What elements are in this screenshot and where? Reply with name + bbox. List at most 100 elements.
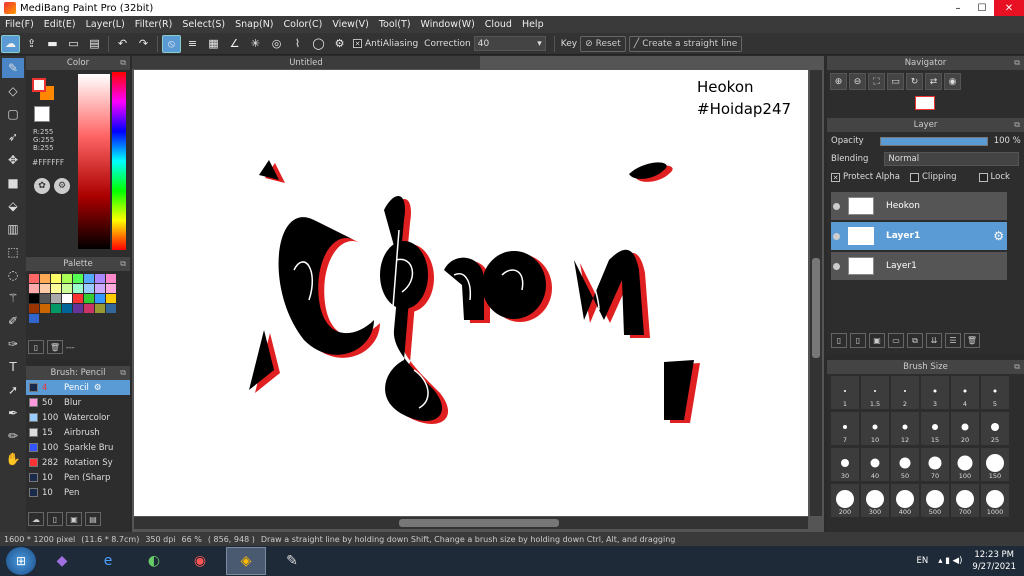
palette-swatch[interactable] (84, 284, 94, 293)
brush-size-option[interactable]: 25 (981, 412, 1009, 445)
palette-swatch[interactable] (29, 314, 39, 323)
brush-item[interactable]: 100 Sparkle Bru (26, 440, 130, 455)
select-eraser-icon[interactable]: ✑ (2, 334, 24, 354)
layer-item[interactable]: Layer1 (831, 252, 1007, 280)
brush-item[interactable]: 282 Rotation Sy (26, 455, 130, 470)
chat-icon[interactable]: ▭ (64, 35, 83, 53)
menu-filter[interactable]: Filter(R) (130, 19, 178, 30)
clock[interactable]: 12:23 PM 9/27/2021 (972, 549, 1016, 573)
palette-swatch[interactable] (62, 274, 72, 283)
menu-cloud[interactable]: Cloud (480, 19, 517, 30)
foreground-color-swatch[interactable] (32, 78, 46, 92)
visibility-icon[interactable] (833, 202, 840, 210)
brush-size-option[interactable]: 5 (981, 376, 1009, 409)
palette-swatch[interactable] (106, 284, 116, 293)
gradient-tool-icon[interactable]: ▥ (2, 219, 24, 239)
language-indicator[interactable]: EN (916, 556, 928, 566)
magic-wand-icon[interactable]: ⚚ (2, 288, 24, 308)
drawing-canvas[interactable]: Heokon #Hoidap247 (134, 70, 808, 516)
delete-layer-icon[interactable]: 🗑 (964, 333, 980, 348)
lasso-select-icon[interactable]: ◌ (2, 265, 24, 285)
comment-icon[interactable]: ▬ (43, 35, 62, 53)
brush-size-option[interactable]: 200 (831, 484, 859, 517)
palette-swatch[interactable] (95, 284, 105, 293)
palette-swatch[interactable] (73, 294, 83, 303)
brush-size-option[interactable]: 2 (891, 376, 919, 409)
pin-icon[interactable]: ⧉ (120, 368, 126, 378)
brush-size-option[interactable]: 12 (891, 412, 919, 445)
palette-swatch[interactable] (62, 304, 72, 313)
menu-help[interactable]: Help (517, 19, 549, 30)
brush-item[interactable]: 4 Pencil ⚙ (26, 380, 130, 395)
parallel-snap-icon[interactable]: ≡ (183, 35, 202, 53)
palette-swatch[interactable] (40, 274, 50, 283)
gear-icon[interactable]: ⚙ (94, 383, 102, 393)
move-tool-icon[interactable]: ✥ (2, 150, 24, 170)
system-tray-icons[interactable]: ▴ ▮ ◀) (938, 556, 962, 566)
zoom-out-icon[interactable]: ⊖ (849, 73, 866, 90)
curve-snap-icon[interactable]: ⌇ (288, 35, 307, 53)
ellipse-snap-icon[interactable]: ◯ (309, 35, 328, 53)
brush-size-option[interactable]: 70 (921, 448, 949, 481)
cloud-icon[interactable]: ☁ (1, 34, 20, 53)
snap-settings-icon[interactable]: ⚙ (330, 35, 349, 53)
menu-tool[interactable]: Tool(T) (374, 19, 416, 30)
text-tool-icon[interactable]: T (2, 357, 24, 377)
gear-icon[interactable]: ⚙ (993, 229, 1004, 243)
brush-tool-icon[interactable]: ✎ (2, 58, 24, 78)
brush-size-option[interactable]: 20 (951, 412, 979, 445)
eraser-tool-icon[interactable]: ◇ (2, 81, 24, 101)
delete-palette-icon[interactable]: 🗑 (47, 340, 63, 354)
lock-checkbox[interactable] (978, 172, 988, 182)
brush-size-option[interactable]: 10 (861, 412, 889, 445)
add-brush-icon[interactable]: ▯ (47, 512, 63, 526)
palette-swatch[interactable] (40, 284, 50, 293)
opacity-slider[interactable] (879, 136, 988, 146)
palette-swatch[interactable] (106, 274, 116, 283)
palette-swatch[interactable] (40, 294, 50, 303)
radial-snap-icon[interactable]: ✳ (246, 35, 265, 53)
vertical-scrollbar[interactable] (810, 70, 822, 516)
rotate-icon[interactable]: ↻ (906, 73, 923, 90)
brush-size-option[interactable]: 15 (921, 412, 949, 445)
correction-dropdown[interactable]: 40 ▾ (473, 36, 546, 51)
brush-menu-icon[interactable]: ▣ (66, 512, 82, 526)
brush-size-option[interactable]: 300 (861, 484, 889, 517)
brush-item[interactable]: 10 Pen (26, 485, 130, 500)
brush-size-option[interactable]: 1 (831, 376, 859, 409)
pin-icon[interactable]: ⧉ (120, 58, 126, 68)
menu-window[interactable]: Window(W) (416, 19, 480, 30)
chrome-icon[interactable]: ◉ (180, 547, 220, 575)
operation-tool-icon[interactable]: ➚ (2, 380, 24, 400)
maximize-button[interactable]: ☐ (970, 0, 994, 16)
palette-swatch[interactable] (106, 304, 116, 313)
brush-item[interactable]: 50 Blur (26, 395, 130, 410)
folder-icon[interactable]: ▭ (888, 333, 904, 348)
palette-swatch[interactable] (29, 294, 39, 303)
brush-item[interactable]: 15 Airbrush (26, 425, 130, 440)
pin-icon[interactable]: ⧉ (1014, 120, 1020, 130)
brush-size-option[interactable]: 30 (831, 448, 859, 481)
brush-size-option[interactable]: 500 (921, 484, 949, 517)
brush-size-option[interactable]: 150 (981, 448, 1009, 481)
lasso-tool-icon[interactable]: ➶ (2, 127, 24, 147)
transparent-color-swatch[interactable] (34, 106, 50, 122)
pin-icon[interactable]: ⧉ (120, 259, 126, 269)
share-icon[interactable]: ⇪ (22, 35, 41, 53)
new-halftone-layer-icon[interactable]: ▯ (850, 333, 866, 348)
pin-icon[interactable]: ⧉ (1014, 362, 1020, 372)
brush-size-option[interactable]: 100 (951, 448, 979, 481)
undo-icon[interactable]: ↶ (113, 35, 132, 53)
palette-swatch[interactable] (95, 274, 105, 283)
windows-start-icon[interactable]: ⊞ (6, 547, 36, 575)
brush-size-option[interactable]: 7 (831, 412, 859, 445)
menu-file[interactable]: File(F) (0, 19, 39, 30)
document-icon[interactable]: ▤ (85, 35, 104, 53)
pin-icon[interactable]: ⧉ (1014, 58, 1020, 68)
fit-icon[interactable]: ⛶ (868, 73, 885, 90)
brush-settings-icon[interactable]: ▤ (85, 512, 101, 526)
visibility-icon[interactable] (833, 262, 840, 270)
select-pen-icon[interactable]: ✐ (2, 311, 24, 331)
zoom-in-icon[interactable]: ⊕ (830, 73, 847, 90)
palette-swatch[interactable] (29, 304, 39, 313)
